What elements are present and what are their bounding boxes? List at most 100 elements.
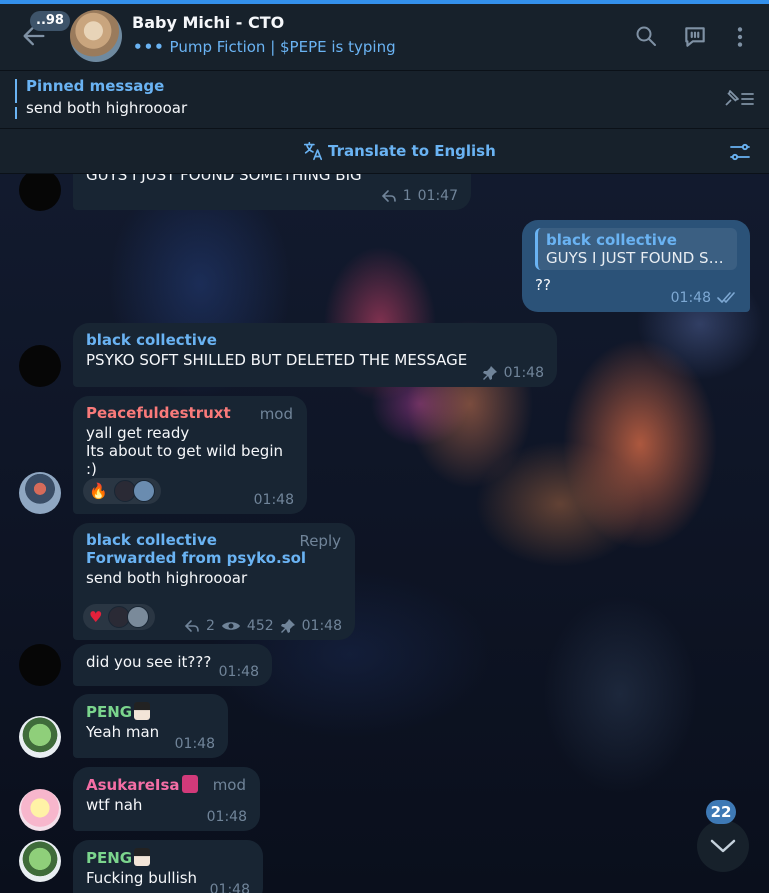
view-count: 452 [246,618,274,634]
message-time: 01:48 [206,809,247,825]
avatar[interactable] [19,174,61,211]
message-bubble[interactable]: black collective Reply Forwarded from ps… [73,523,355,640]
message-meta: 2 452 01:48 [184,618,342,634]
translate-icon [303,141,323,161]
message-bubble[interactable]: GUYS I JUST FOUND SOMETHING BIG 1 01:47 [73,174,471,210]
message-text: send both highroooar [86,569,248,587]
chat-title[interactable]: Baby Michi - CTO [132,13,284,32]
sender-name-text: PENG [86,703,133,721]
message-time: 01:48 [301,618,342,634]
chat-avatar[interactable] [70,10,122,62]
topics-button[interactable] [682,24,708,50]
message-meta: 1 01:47 [381,188,458,204]
reply-count: 1 [402,188,412,204]
avatar[interactable] [19,789,61,831]
message-meta: 01:48 [482,365,544,381]
message-meta: 01:48 [219,664,259,680]
avatar[interactable] [19,472,61,514]
reactions[interactable]: ♥ [83,604,156,630]
typing-status-text: Pump Fiction | $PEPE is typing [169,38,396,56]
unread-messages-badge: 22 [706,800,736,824]
pin-list-icon [725,90,754,106]
pinned-title: Pinned message [26,77,165,95]
avatar[interactable] [19,716,61,758]
search-icon [636,26,656,46]
reply-action[interactable]: Reply [299,532,341,550]
message-bubble[interactable]: AsukareIsa mod wtf nah 01:48 [73,767,260,831]
pinned-indicator [15,79,17,119]
message-meta: 01:48 [207,809,247,825]
sender-name-text: PENG [86,849,133,867]
more-menu-button[interactable] [727,24,753,50]
reactor-avatar [127,606,150,628]
double-check-icon [717,292,735,303]
pinned-list-button[interactable] [720,87,756,111]
pinned-message-bar[interactable]: Pinned message send both highroooar [0,71,769,129]
pin-icon [482,366,497,380]
reactions[interactable]: 🔥 [83,478,161,504]
message-time: 01:48 [209,882,250,893]
message-time: 01:48 [174,736,215,752]
sliders-icon [730,143,750,161]
pinned-text: send both highroooar [26,99,188,117]
message-time: 01:48 [253,492,294,508]
role-badge: mod [259,405,293,423]
sender-name[interactable]: PENG [86,702,215,721]
avatar[interactable] [19,345,61,387]
sender-name[interactable]: black collective [86,331,544,349]
avatar[interactable] [19,840,61,882]
role-badge: mod [212,776,246,794]
message-meta: 01:48 [671,290,737,306]
translate-label: Translate to English [328,142,496,160]
translate-button[interactable]: Translate to English [302,140,496,162]
typing-status: ••• Pump Fiction | $PEPE is typing [133,38,396,56]
reply-quote[interactable]: black collective GUYS I JUST FOUND SOMET… [535,228,737,270]
reply-icon [184,620,199,632]
heart-icon: ♥ [89,608,103,626]
message-time: 01:48 [670,290,711,306]
message-list[interactable]: GUYS I JUST FOUND SOMETHING BIG 1 01:47 … [0,174,769,893]
message-bubble[interactable]: black collective PSYKO SOFT SHILLED BUT … [73,323,557,387]
reactor-avatar [132,480,155,502]
message-time: 01:48 [503,365,544,381]
reply-icon [381,190,396,202]
message-line: yall get ready [86,424,190,442]
message-bubble[interactable]: did you see it??? 01:48 [73,644,272,686]
reply-quote-sender: black collective [546,231,677,249]
message-text: did you see it??? [86,653,212,671]
chat-header: ..98 Baby Michi - CTO ••• Pump Fiction |… [0,4,769,71]
forwarded-from[interactable]: Forwarded from psyko.sol [86,549,342,567]
pin-icon [280,619,295,633]
message-text: GUYS I JUST FOUND SOMETHING BIG [86,174,362,184]
message-meta: 01:48 [210,882,250,893]
message-time: 01:47 [417,188,458,204]
chevron-down-icon [710,839,736,853]
message-line: Its about to get wild begin :) [86,442,283,478]
reply-count: 2 [205,618,215,634]
outgoing-message-bubble[interactable]: black collective GUYS I JUST FOUND SOMET… [522,220,750,312]
reply-quote-text: GUYS I JUST FOUND SOMETHING BIG [546,249,724,267]
translate-settings-button[interactable] [728,140,752,164]
more-vertical-icon [737,27,743,47]
message-meta: 01:48 [254,492,294,508]
custom-emoji-icon [134,848,151,866]
sender-name-text: AsukareIsa [86,776,180,794]
eye-icon [221,622,240,630]
avatar[interactable] [19,644,61,686]
custom-emoji-icon [181,775,198,793]
message-time: 01:48 [218,664,259,680]
message-bubble[interactable]: Peacefuldestruxt mod yall get ready Its … [73,396,307,514]
message-bubble[interactable]: PENG Fucking bullish 01:48 [73,840,263,893]
sender-name[interactable]: PENG [86,848,250,867]
message-text: PSYKO SOFT SHILLED BUT DELETED THE MESSA… [86,351,468,369]
comments-icon [685,27,705,47]
translate-bar: Translate to English [0,129,769,174]
scroll-to-bottom-button[interactable] [697,820,749,872]
search-button[interactable] [634,24,660,50]
message-meta: 01:48 [175,736,215,752]
typing-dots-icon: ••• [133,38,165,56]
custom-emoji-icon [134,702,151,720]
unread-badge: ..98 [30,11,70,31]
fire-icon: 🔥 [89,482,108,500]
message-bubble[interactable]: PENG Yeah man 01:48 [73,694,228,758]
